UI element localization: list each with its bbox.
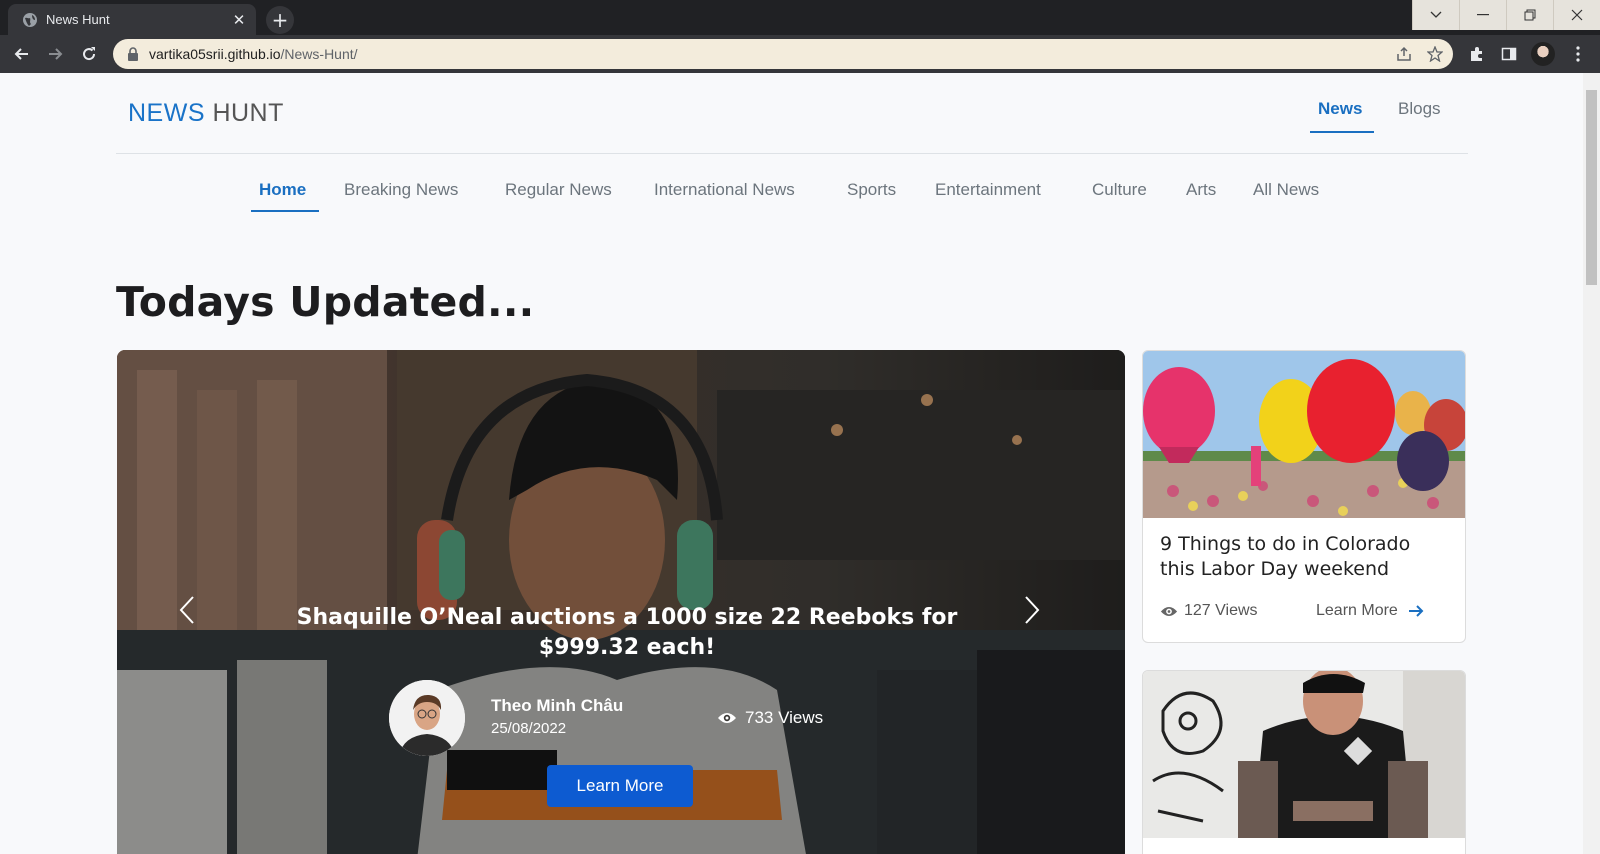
- top-nav-news[interactable]: News: [1318, 99, 1362, 119]
- news-card[interactable]: 9 Things to do in Colorado this Labor Da…: [1142, 350, 1466, 643]
- category-international-news[interactable]: International News: [654, 180, 795, 200]
- address-bar[interactable]: vartika05srii.github.io/News-Hunt/: [113, 39, 1453, 69]
- card-image-tattoo: [1143, 671, 1465, 838]
- extensions-button[interactable]: [1467, 44, 1487, 64]
- close-tab-icon[interactable]: ✕: [228, 9, 250, 31]
- site-logo[interactable]: NEWS HUNT: [128, 99, 284, 128]
- browser-tab-strip: News Hunt ✕ +: [0, 0, 1600, 35]
- chevron-right-icon: [1025, 596, 1040, 624]
- card-learn-more-label: Learn More: [1316, 602, 1398, 619]
- minimize-icon: [1477, 14, 1489, 16]
- category-culture[interactable]: Culture: [1092, 180, 1147, 200]
- top-nav-active-indicator: [1310, 131, 1374, 133]
- slide-title[interactable]: Shaquille O’Neal auctions a 1000 size 22…: [277, 603, 977, 663]
- eye-icon: [1160, 606, 1178, 616]
- category-regular-news[interactable]: Regular News: [505, 180, 612, 200]
- page-scrollbar[interactable]: [1583, 73, 1600, 854]
- card-image-balloons: [1143, 351, 1465, 518]
- slide-views-count: 733 Views: [745, 708, 824, 727]
- arrow-left-icon: [14, 48, 28, 60]
- puzzle-icon: [1471, 47, 1482, 61]
- bookmark-button[interactable]: [1424, 43, 1446, 65]
- share-icon: [1397, 46, 1411, 61]
- chevron-left-icon: [179, 596, 194, 624]
- category-all-news[interactable]: All News: [1253, 180, 1319, 200]
- browser-menu-button[interactable]: [1568, 44, 1588, 64]
- chevron-down-icon: [1430, 11, 1442, 18]
- close-icon: [1571, 9, 1583, 21]
- news-card[interactable]: [1142, 670, 1466, 854]
- category-sports[interactable]: Sports: [847, 180, 896, 200]
- profile-avatar[interactable]: [1531, 42, 1555, 66]
- star-icon: [1427, 46, 1443, 62]
- restore-icon: [1524, 9, 1536, 21]
- globe-icon: [23, 12, 37, 27]
- card-views-count: 127 Views: [1184, 602, 1258, 619]
- card-title[interactable]: 9 Things to do in Colorado this Labor Da…: [1160, 532, 1450, 582]
- restore-button[interactable]: [1506, 0, 1553, 30]
- arrow-right-icon: [49, 48, 63, 60]
- side-panel-icon: [1501, 47, 1517, 61]
- learn-more-button[interactable]: Learn More: [547, 765, 693, 807]
- logo-part-news: NEWS: [128, 99, 205, 127]
- close-window-button[interactable]: [1553, 0, 1600, 30]
- featured-carousel[interactable]: Shaquille O’Neal auctions a 1000 size 22…: [117, 350, 1125, 854]
- carousel-next-button[interactable]: [1017, 590, 1047, 630]
- header-divider: [116, 153, 1468, 154]
- reload-icon: [83, 47, 96, 61]
- more-vertical-icon: [1576, 46, 1580, 62]
- category-active-indicator: [251, 210, 319, 212]
- url-host: vartika05srii.github.io: [149, 46, 281, 62]
- arrow-right-icon: [1408, 605, 1424, 617]
- author-avatar: [389, 680, 465, 756]
- author-name: Theo Minh Châu: [491, 696, 624, 715]
- category-arts[interactable]: Arts: [1186, 180, 1216, 200]
- card-views: 127 Views: [1160, 602, 1258, 620]
- slide-views: 733 Views: [717, 708, 823, 728]
- lock-icon: [128, 47, 138, 61]
- category-entertainment[interactable]: Entertainment: [935, 180, 1041, 200]
- category-home[interactable]: Home: [259, 180, 306, 200]
- tab-title: News Hunt: [46, 12, 110, 27]
- new-tab-button[interactable]: +: [266, 6, 294, 34]
- scrollbar-thumb[interactable]: [1586, 90, 1597, 285]
- reload-button[interactable]: [76, 41, 102, 67]
- share-button[interactable]: [1393, 43, 1415, 65]
- publish-date: 25/08/2022: [491, 720, 567, 737]
- forward-button[interactable]: [42, 41, 68, 67]
- logo-part-hunt: HUNT: [205, 99, 284, 127]
- browser-toolbar: vartika05srii.github.io/News-Hunt/: [0, 35, 1600, 73]
- minimize-button[interactable]: [1459, 0, 1506, 30]
- url-path: /News-Hunt/: [280, 46, 358, 62]
- eye-icon: [718, 713, 736, 723]
- tab-search-button[interactable]: [1412, 0, 1459, 30]
- category-breaking-news[interactable]: Breaking News: [344, 180, 458, 200]
- author-photo: [389, 680, 465, 756]
- top-nav-blogs[interactable]: Blogs: [1398, 99, 1441, 119]
- card-learn-more-link[interactable]: Learn More: [1316, 602, 1424, 620]
- browser-tab[interactable]: News Hunt ✕: [8, 4, 256, 35]
- side-panel-button[interactable]: [1499, 44, 1519, 64]
- back-button[interactable]: [9, 41, 35, 67]
- section-title: Todays Updated...: [116, 278, 535, 326]
- page-viewport: NEWS HUNT News Blogs Home Breaking News …: [0, 73, 1583, 854]
- url-text: vartika05srii.github.io/News-Hunt/: [149, 46, 358, 62]
- carousel-prev-button[interactable]: [172, 590, 202, 630]
